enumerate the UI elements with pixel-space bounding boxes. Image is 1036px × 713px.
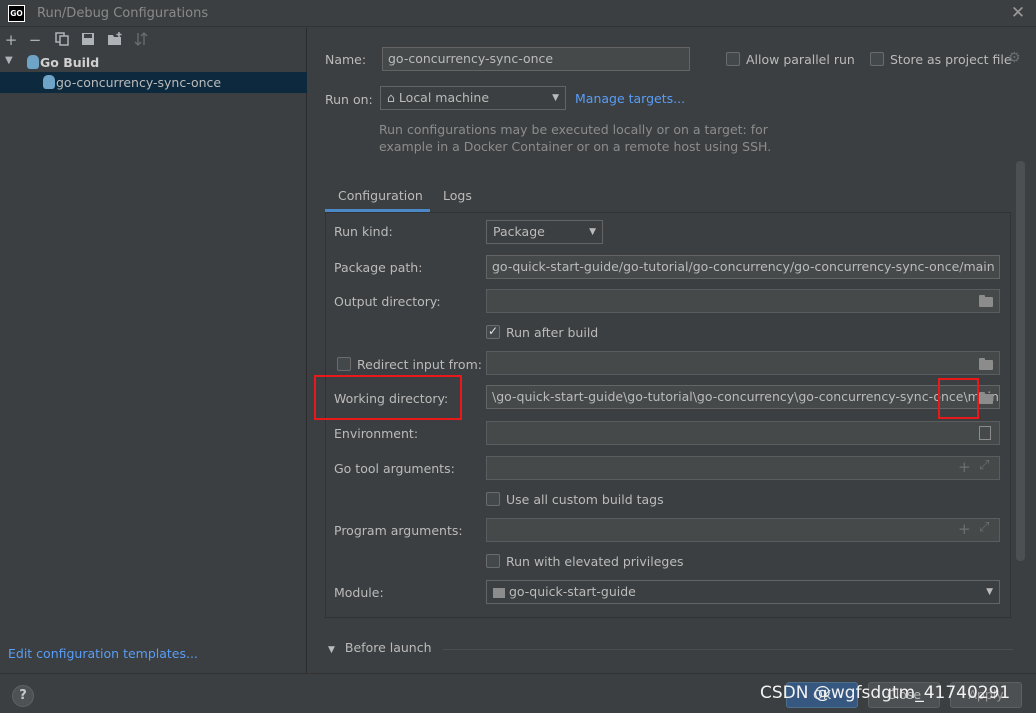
run-after-build-label: Run after build [506,325,599,340]
configuration-editor: Name: go-concurrency-sync-once Allow par… [308,28,1036,673]
working-directory-field[interactable]: \go-quick-start-guide\go-tutorial\go-con… [486,385,1000,409]
edit-environment-icon[interactable] [979,426,991,440]
gear-icon[interactable]: ⚙ [1008,50,1021,66]
dialog-footer: ? OK Close Apply CSDN @wgfsdgtm_41740291 [0,673,1036,713]
tab-configuration[interactable]: Configuration [338,188,423,210]
help-button[interactable]: ? [12,685,34,707]
run-on-label: Run on: [325,92,373,107]
redirect-input-checkbox[interactable] [337,357,351,371]
store-project-checkbox[interactable] [870,52,884,66]
watermark: CSDN @wgfsdgtm_41740291 [760,683,1011,703]
sort-icon[interactable] [133,32,149,48]
configurations-tree-panel: + − ▼ Go Build go-concurrency-sync-once … [0,28,307,673]
redirect-input-field[interactable] [486,351,1000,375]
add-icon[interactable]: + [958,458,971,476]
custom-build-tags-label: Use all custom build tags [506,492,664,507]
tree-node-config[interactable]: go-concurrency-sync-once [0,72,307,93]
chevron-down-icon: ▼ [589,227,596,237]
run-kind-select[interactable]: Package ▼ [486,220,603,244]
go-tool-arguments-field[interactable] [486,456,1000,480]
window-title: Run/Debug Configurations [37,6,209,21]
help-text-line: example in a Docker Container or on a re… [379,139,772,154]
copy-icon[interactable] [54,32,70,48]
allow-parallel-checkbox[interactable] [726,52,740,66]
help-text-line: Run configurations may be executed local… [379,122,768,137]
save-icon[interactable] [80,32,96,48]
scrollbar[interactable] [1016,161,1025,561]
go-tool-arguments-label: Go tool arguments: [334,461,455,476]
name-field[interactable]: go-concurrency-sync-once [382,47,690,71]
browse-folder-icon[interactable] [979,358,993,370]
before-launch-label: Before launch [344,640,432,655]
name-label: Name: [325,52,367,67]
output-directory-field[interactable] [486,289,1000,313]
run-on-value: Local machine [398,90,490,105]
title-bar: GO Run/Debug Configurations ✕ [0,0,1036,27]
expand-icon[interactable]: ⤢ [979,458,989,473]
tree-node-label: Go Build [40,55,100,70]
run-kind-value: Package [493,224,545,239]
browse-folder-icon[interactable] [979,392,993,404]
highlight-box [938,378,979,419]
module-select[interactable]: go-quick-start-guide ▼ [486,580,1000,604]
browse-folder-icon[interactable] [979,295,993,307]
chevron-down-icon: ▼ [986,587,993,597]
package-path-field[interactable]: go-quick-start-guide/go-tutorial/go-conc… [486,255,1000,279]
run-after-build-checkbox[interactable] [486,324,500,339]
add-icon[interactable]: + [3,32,19,48]
chevron-down-icon[interactable]: ▼ [5,55,13,66]
manage-targets-link[interactable]: Manage targets... [575,91,685,106]
output-directory-label: Output directory: [334,294,441,309]
program-arguments-label: Program arguments: [334,523,463,538]
tab-logs[interactable]: Logs [443,188,472,210]
close-window-icon[interactable]: ✕ [1008,3,1028,23]
module-label: Module: [334,585,384,600]
tree-node-label: go-concurrency-sync-once [56,75,222,90]
allow-parallel-label: Allow parallel run [746,52,855,67]
go-config-icon [43,75,55,89]
environment-label: Environment: [334,426,419,441]
remove-icon[interactable]: − [27,32,43,48]
module-value: go-quick-start-guide [508,584,636,599]
go-build-icon [27,55,39,69]
divider [443,649,1013,650]
tree-node-go-build[interactable]: ▼ Go Build [0,52,307,72]
chevron-down-icon: ▼ [552,93,559,103]
environment-field[interactable] [486,421,1000,445]
elevated-privileges-label: Run with elevated privileges [506,554,684,569]
expand-icon[interactable]: ⤢ [979,520,989,535]
add-folder-icon[interactable] [107,32,123,48]
home-icon: ⌂ [387,90,395,105]
highlight-box [314,375,462,420]
add-icon[interactable]: + [958,520,971,538]
before-launch-section[interactable]: ▼ Before launch [328,640,432,655]
run-kind-label: Run kind: [334,224,393,239]
run-on-select[interactable]: ⌂ Local machine ▼ [380,86,566,110]
redirect-input-label: Redirect input from: [357,357,482,372]
chevron-down-icon[interactable]: ▼ [328,645,335,655]
edit-templates-link[interactable]: Edit configuration templates... [8,646,198,661]
package-path-label: Package path: [334,260,423,275]
elevated-privileges-checkbox[interactable] [486,554,500,568]
store-project-label: Store as project file [890,52,1012,67]
program-arguments-field[interactable] [486,518,1000,542]
custom-build-tags-checkbox[interactable] [486,492,500,506]
module-folder-icon [493,587,505,598]
goland-app-icon: GO [8,5,25,22]
